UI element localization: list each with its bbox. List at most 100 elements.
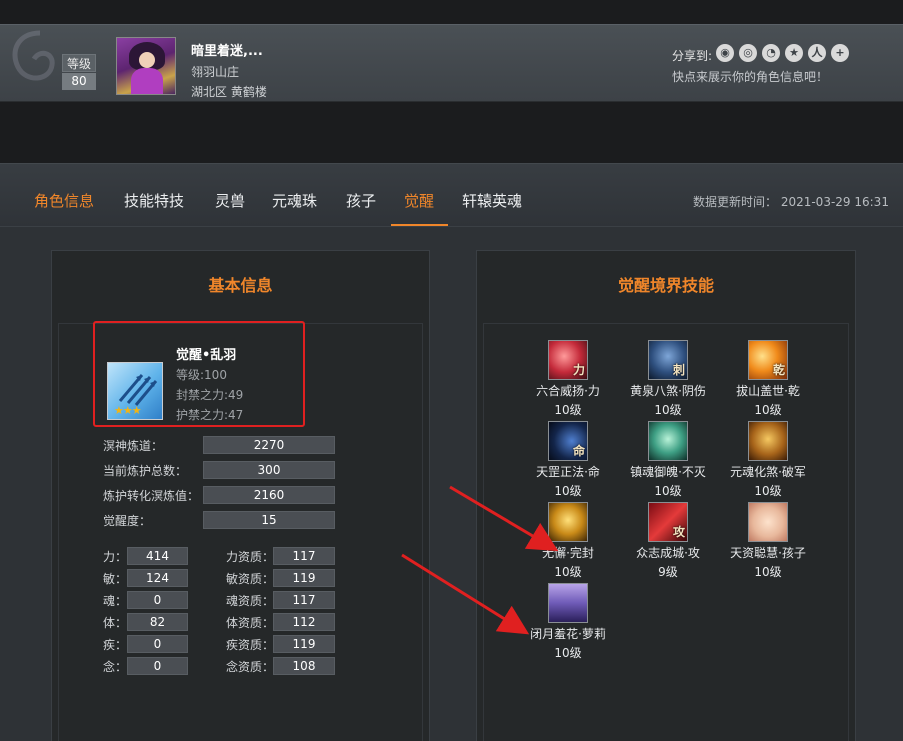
awakening-skill-item[interactable]: 元魂化煞·破军 10级 bbox=[713, 421, 823, 499]
tab-spirit-beast[interactable]: 灵兽 bbox=[215, 190, 245, 211]
level-box: 等级 80 bbox=[62, 54, 96, 90]
attr-label: 疾： bbox=[103, 638, 128, 652]
attr-value: 0 bbox=[127, 657, 188, 675]
aptitude-label: 疾资质： bbox=[226, 638, 275, 652]
basic-info-title: 基本信息 bbox=[208, 276, 273, 295]
aptitude-value: 117 bbox=[273, 591, 335, 609]
awakening-skill-level: 10级 bbox=[754, 484, 782, 498]
awakening-skill-level: 10级 bbox=[554, 403, 582, 417]
update-time: 数据更新时间： 2021-03-29 16:31 bbox=[693, 195, 889, 209]
share-subtitle: 快点来展示你的角色信息吧！ bbox=[672, 70, 829, 84]
tab-character-info[interactable]: 角色信息 bbox=[34, 190, 94, 211]
tab-children[interactable]: 孩子 bbox=[346, 190, 376, 211]
awakening-skill-item[interactable]: 命 天罡正法·命 10级 bbox=[513, 421, 623, 499]
awakening-skill-level: 10级 bbox=[654, 484, 682, 498]
attr-value: 0 bbox=[127, 635, 188, 653]
tab-xuanyuan[interactable]: 轩辕英魂 bbox=[462, 190, 522, 211]
tab-soul-orb[interactable]: 元魂珠 bbox=[272, 190, 317, 211]
plus-icon[interactable]: + bbox=[831, 44, 849, 62]
aptitude-label: 力资质： bbox=[226, 550, 275, 564]
avatar bbox=[116, 37, 176, 95]
awakening-skill-item[interactable]: 天资聪慧·孩子 10级 bbox=[713, 502, 823, 580]
awakening-skill-level: 10级 bbox=[554, 565, 582, 579]
player-guild: 翎羽山庄 bbox=[191, 65, 240, 79]
attr-value: 414 bbox=[127, 547, 188, 565]
arrows-icon bbox=[118, 374, 158, 406]
awakening-skill-level: 10级 bbox=[654, 403, 682, 417]
awakening-skill-item[interactable]: 镇魂御魄·不灭 10级 bbox=[613, 421, 723, 499]
stat-label: 觉醒度： bbox=[103, 514, 152, 528]
stat-label: 炼护转化溟炼值： bbox=[103, 489, 200, 503]
awakening-skill-level: 10级 bbox=[554, 646, 582, 660]
ghost-skill-icon bbox=[648, 421, 688, 461]
weibo-icon[interactable]: ◔ bbox=[762, 44, 780, 62]
awakening-skill-icon[interactable]: ★★★ bbox=[107, 362, 163, 420]
share-icons: ◉ ◎ ◔ ★ 人 + bbox=[716, 44, 849, 62]
player-name: 暗里着迷,... bbox=[191, 44, 263, 59]
star-icon[interactable]: ★ bbox=[785, 44, 803, 62]
awakening-skills-title: 觉醒境界技能 bbox=[617, 276, 714, 295]
player-server: 湖北区 黄鹤楼 bbox=[191, 85, 267, 99]
awakening-skill-name: 元魂化煞·破军 bbox=[730, 465, 806, 479]
level-value: 80 bbox=[62, 73, 96, 90]
awakening-skill-name: 黄泉八煞·阴伤 bbox=[630, 384, 706, 398]
character-header: 等级 80 暗里着迷,... 翎羽山庄 湖北区 黄鹤楼 分享到: ◉ ◎ ◔ ★… bbox=[0, 24, 903, 102]
awakening-skill-name: 镇魂御魄·不灭 bbox=[630, 465, 706, 479]
active-tab-underline bbox=[391, 224, 448, 226]
stat-value: 300 bbox=[203, 461, 335, 479]
awakening-skill-item[interactable]: 力 六合威扬·力 10级 bbox=[513, 340, 623, 418]
awakening-skill-item[interactable]: 闭月羞花·萝莉 10级 bbox=[513, 583, 623, 661]
attr-value: 82 bbox=[127, 613, 188, 631]
awakening-skill-name: 无懈·完封 bbox=[542, 546, 594, 560]
aptitude-label: 魂资质： bbox=[226, 594, 275, 608]
tab-skills[interactable]: 技能特技 bbox=[124, 190, 184, 211]
awakening-skill-item[interactable]: 刺 黄泉八煞·阴伤 10级 bbox=[613, 340, 723, 418]
aptitude-value: 117 bbox=[273, 547, 335, 565]
awakening-skill-item[interactable]: 无懈·完封 10级 bbox=[513, 502, 623, 580]
awakening-skill-name: 觉醒•乱羽 bbox=[176, 348, 237, 363]
attr-label: 体： bbox=[103, 616, 128, 630]
awakening-skill-name: 六合威扬·力 bbox=[536, 384, 600, 398]
aptitude-label: 敏资质： bbox=[226, 572, 275, 586]
awakening-skill-name: 天资聪慧·孩子 bbox=[730, 546, 806, 560]
crossed-swords-skill-icon: 攻 bbox=[648, 502, 688, 542]
stat-value: 15 bbox=[203, 511, 335, 529]
demon-mask-skill-icon bbox=[748, 421, 788, 461]
stat-value: 2270 bbox=[203, 436, 335, 454]
baby-skill-icon bbox=[748, 502, 788, 542]
guard-power: 护禁之力:47 bbox=[176, 408, 244, 422]
aptitude-value: 119 bbox=[273, 569, 335, 587]
stat-label: 当前炼护总数： bbox=[103, 464, 188, 478]
skill-level: 等级:100 bbox=[176, 368, 227, 382]
fire-skill-icon: 乾 bbox=[748, 340, 788, 380]
girl-skill-icon bbox=[548, 583, 588, 623]
awakening-skill-level: 9级 bbox=[658, 565, 678, 579]
awakening-skill-level: 10级 bbox=[554, 484, 582, 498]
aptitude-value: 112 bbox=[273, 613, 335, 631]
renren-icon[interactable]: 人 bbox=[808, 44, 826, 62]
awakening-skill-name: 拔山盖世·乾 bbox=[736, 384, 800, 398]
skull-skill-icon: 刺 bbox=[648, 340, 688, 380]
tab-bar: 角色信息 技能特技 灵兽 元魂珠 孩子 觉醒 轩辕英魂 数据更新时间： 2021… bbox=[0, 164, 903, 227]
attr-label: 敏： bbox=[103, 572, 128, 586]
attr-value: 124 bbox=[127, 569, 188, 587]
aptitude-value: 119 bbox=[273, 635, 335, 653]
shield-skill-icon bbox=[548, 502, 588, 542]
tab-awakening[interactable]: 觉醒 bbox=[404, 190, 434, 211]
qzone-icon[interactable]: ◎ bbox=[739, 44, 757, 62]
aptitude-value: 108 bbox=[273, 657, 335, 675]
avatar-body bbox=[131, 68, 163, 94]
star-rating: ★★★ bbox=[114, 404, 142, 417]
awakening-skill-name: 闭月羞花·萝莉 bbox=[530, 627, 606, 641]
aptitude-label: 念资质： bbox=[226, 660, 275, 674]
aptitude-label: 体资质： bbox=[226, 616, 275, 630]
attr-label: 魂： bbox=[103, 594, 128, 608]
power-skill-icon: 力 bbox=[548, 340, 588, 380]
awakening-skill-item[interactable]: 乾 拔山盖世·乾 10级 bbox=[713, 340, 823, 418]
awakening-skill-item[interactable]: 攻 众志成城·攻 9级 bbox=[613, 502, 723, 580]
page: 等级 80 暗里着迷,... 翎羽山庄 湖北区 黄鹤楼 分享到: ◉ ◎ ◔ ★… bbox=[0, 0, 903, 741]
constellation-skill-icon: 命 bbox=[548, 421, 588, 461]
stat-label: 溟神炼道： bbox=[103, 439, 164, 453]
wechat-icon[interactable]: ◉ bbox=[716, 44, 734, 62]
avatar-face bbox=[139, 52, 155, 68]
